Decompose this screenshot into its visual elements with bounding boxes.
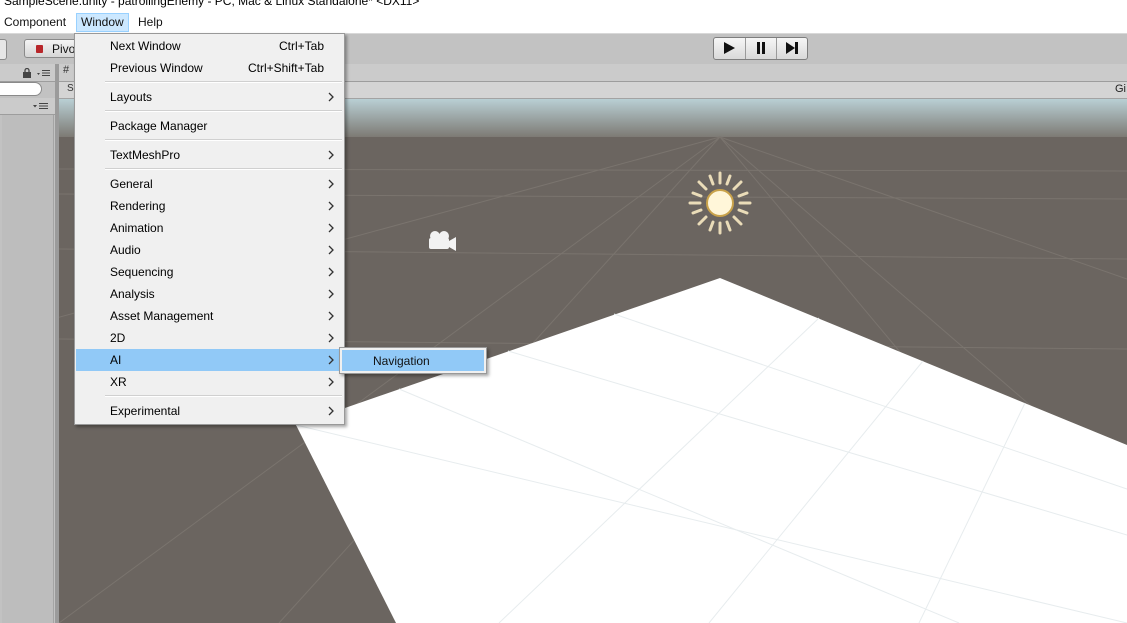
- chevron-right-icon: [328, 333, 334, 343]
- ai-submenu: Navigation: [339, 347, 487, 374]
- menu-textmeshpro[interactable]: TextMeshPro: [76, 144, 343, 166]
- ai-label: AI: [110, 353, 122, 367]
- lock-icon[interactable]: [22, 68, 32, 78]
- chevron-right-icon: [328, 92, 334, 102]
- asset-management-label: Asset Management: [110, 309, 214, 323]
- step-icon: [786, 42, 798, 54]
- menu-previous-window[interactable]: Previous Window Ctrl+Shift+Tab: [76, 57, 343, 79]
- transform-tools-button[interactable]: [0, 39, 7, 60]
- next-window-label: Next Window: [110, 39, 181, 53]
- project-toolbar: [0, 98, 55, 115]
- play-controls: [713, 37, 808, 60]
- menu-window[interactable]: Window: [76, 13, 129, 32]
- project-panel-body: [2, 115, 54, 623]
- package-manager-label: Package Manager: [110, 119, 208, 133]
- pause-button[interactable]: [745, 38, 777, 59]
- 2d-label: 2D: [110, 331, 126, 345]
- menu-experimental[interactable]: Experimental: [76, 400, 343, 422]
- directional-light-icon[interactable]: [688, 171, 752, 235]
- menu-ai[interactable]: AI: [76, 349, 343, 371]
- window-title: SampleScene.unity - patrollingEnemy - PC…: [4, 0, 420, 8]
- panel-menu-icon[interactable]: [37, 69, 51, 77]
- menu-help[interactable]: Help: [134, 14, 167, 31]
- chevron-right-icon: [328, 179, 334, 189]
- menu-sequencing[interactable]: Sequencing: [76, 261, 343, 283]
- xr-label: XR: [110, 375, 127, 389]
- next-window-shortcut: Ctrl+Tab: [278, 39, 324, 53]
- play-button[interactable]: [714, 38, 745, 59]
- chevron-right-icon: [328, 223, 334, 233]
- play-icon: [724, 42, 735, 54]
- chevron-right-icon: [328, 311, 334, 321]
- pivot-icon: [36, 45, 43, 53]
- hierarchy-search-input[interactable]: [0, 82, 42, 96]
- menu-xr[interactable]: XR: [76, 371, 343, 393]
- menu-bar: Component Window Help: [0, 12, 1127, 34]
- gizmos-dropdown[interactable]: Gi: [1115, 83, 1126, 95]
- menu-separator: [105, 139, 342, 141]
- menu-analysis[interactable]: Analysis: [76, 283, 343, 305]
- layouts-label: Layouts: [110, 90, 153, 104]
- menu-separator: [105, 81, 342, 83]
- menu-navigation[interactable]: Navigation: [342, 350, 484, 371]
- scene-tab-icon[interactable]: #: [63, 64, 69, 76]
- chevron-right-icon: [328, 289, 334, 299]
- menu-separator: [105, 168, 342, 170]
- menu-general[interactable]: General: [76, 173, 343, 195]
- menu-component[interactable]: Component: [0, 14, 70, 31]
- menu-package-manager[interactable]: Package Manager: [76, 115, 343, 137]
- experimental-label: Experimental: [110, 404, 181, 418]
- menu-2d[interactable]: 2D: [76, 327, 343, 349]
- menu-asset-management[interactable]: Asset Management: [76, 305, 343, 327]
- analysis-label: Analysis: [110, 287, 155, 301]
- previous-window-shortcut: Ctrl+Shift+Tab: [247, 61, 324, 75]
- rendering-label: Rendering: [110, 199, 166, 213]
- sequencing-label: Sequencing: [110, 265, 174, 279]
- chevron-right-icon: [328, 406, 334, 416]
- title-bar: SampleScene.unity - patrollingEnemy - PC…: [0, 0, 1127, 12]
- chevron-right-icon: [328, 201, 334, 211]
- previous-window-label: Previous Window: [110, 61, 203, 75]
- menu-layouts[interactable]: Layouts: [76, 86, 343, 108]
- general-label: General: [110, 177, 153, 191]
- menu-separator: [105, 395, 342, 397]
- animation-label: Animation: [110, 221, 164, 235]
- chevron-right-icon: [328, 150, 334, 160]
- navigation-label: Navigation: [373, 354, 430, 368]
- menu-next-window[interactable]: Next Window Ctrl+Tab: [76, 35, 343, 57]
- window-dropdown-menu: Next Window Ctrl+Tab Previous Window Ctr…: [74, 33, 345, 425]
- menu-audio[interactable]: Audio: [76, 239, 343, 261]
- chevron-right-icon: [328, 355, 334, 365]
- panel-menu-icon[interactable]: [33, 102, 49, 110]
- menu-animation[interactable]: Animation: [76, 217, 343, 239]
- chevron-right-icon: [328, 245, 334, 255]
- chevron-right-icon: [328, 377, 334, 387]
- textmeshpro-label: TextMeshPro: [110, 148, 181, 162]
- menu-rendering[interactable]: Rendering: [76, 195, 343, 217]
- pause-icon: [757, 42, 765, 54]
- audio-label: Audio: [110, 243, 141, 257]
- step-button[interactable]: [776, 38, 808, 59]
- hierarchy-toolbar: [0, 64, 55, 82]
- menu-separator: [105, 110, 342, 112]
- shading-mode-dropdown[interactable]: S: [67, 83, 74, 94]
- chevron-right-icon: [328, 267, 334, 277]
